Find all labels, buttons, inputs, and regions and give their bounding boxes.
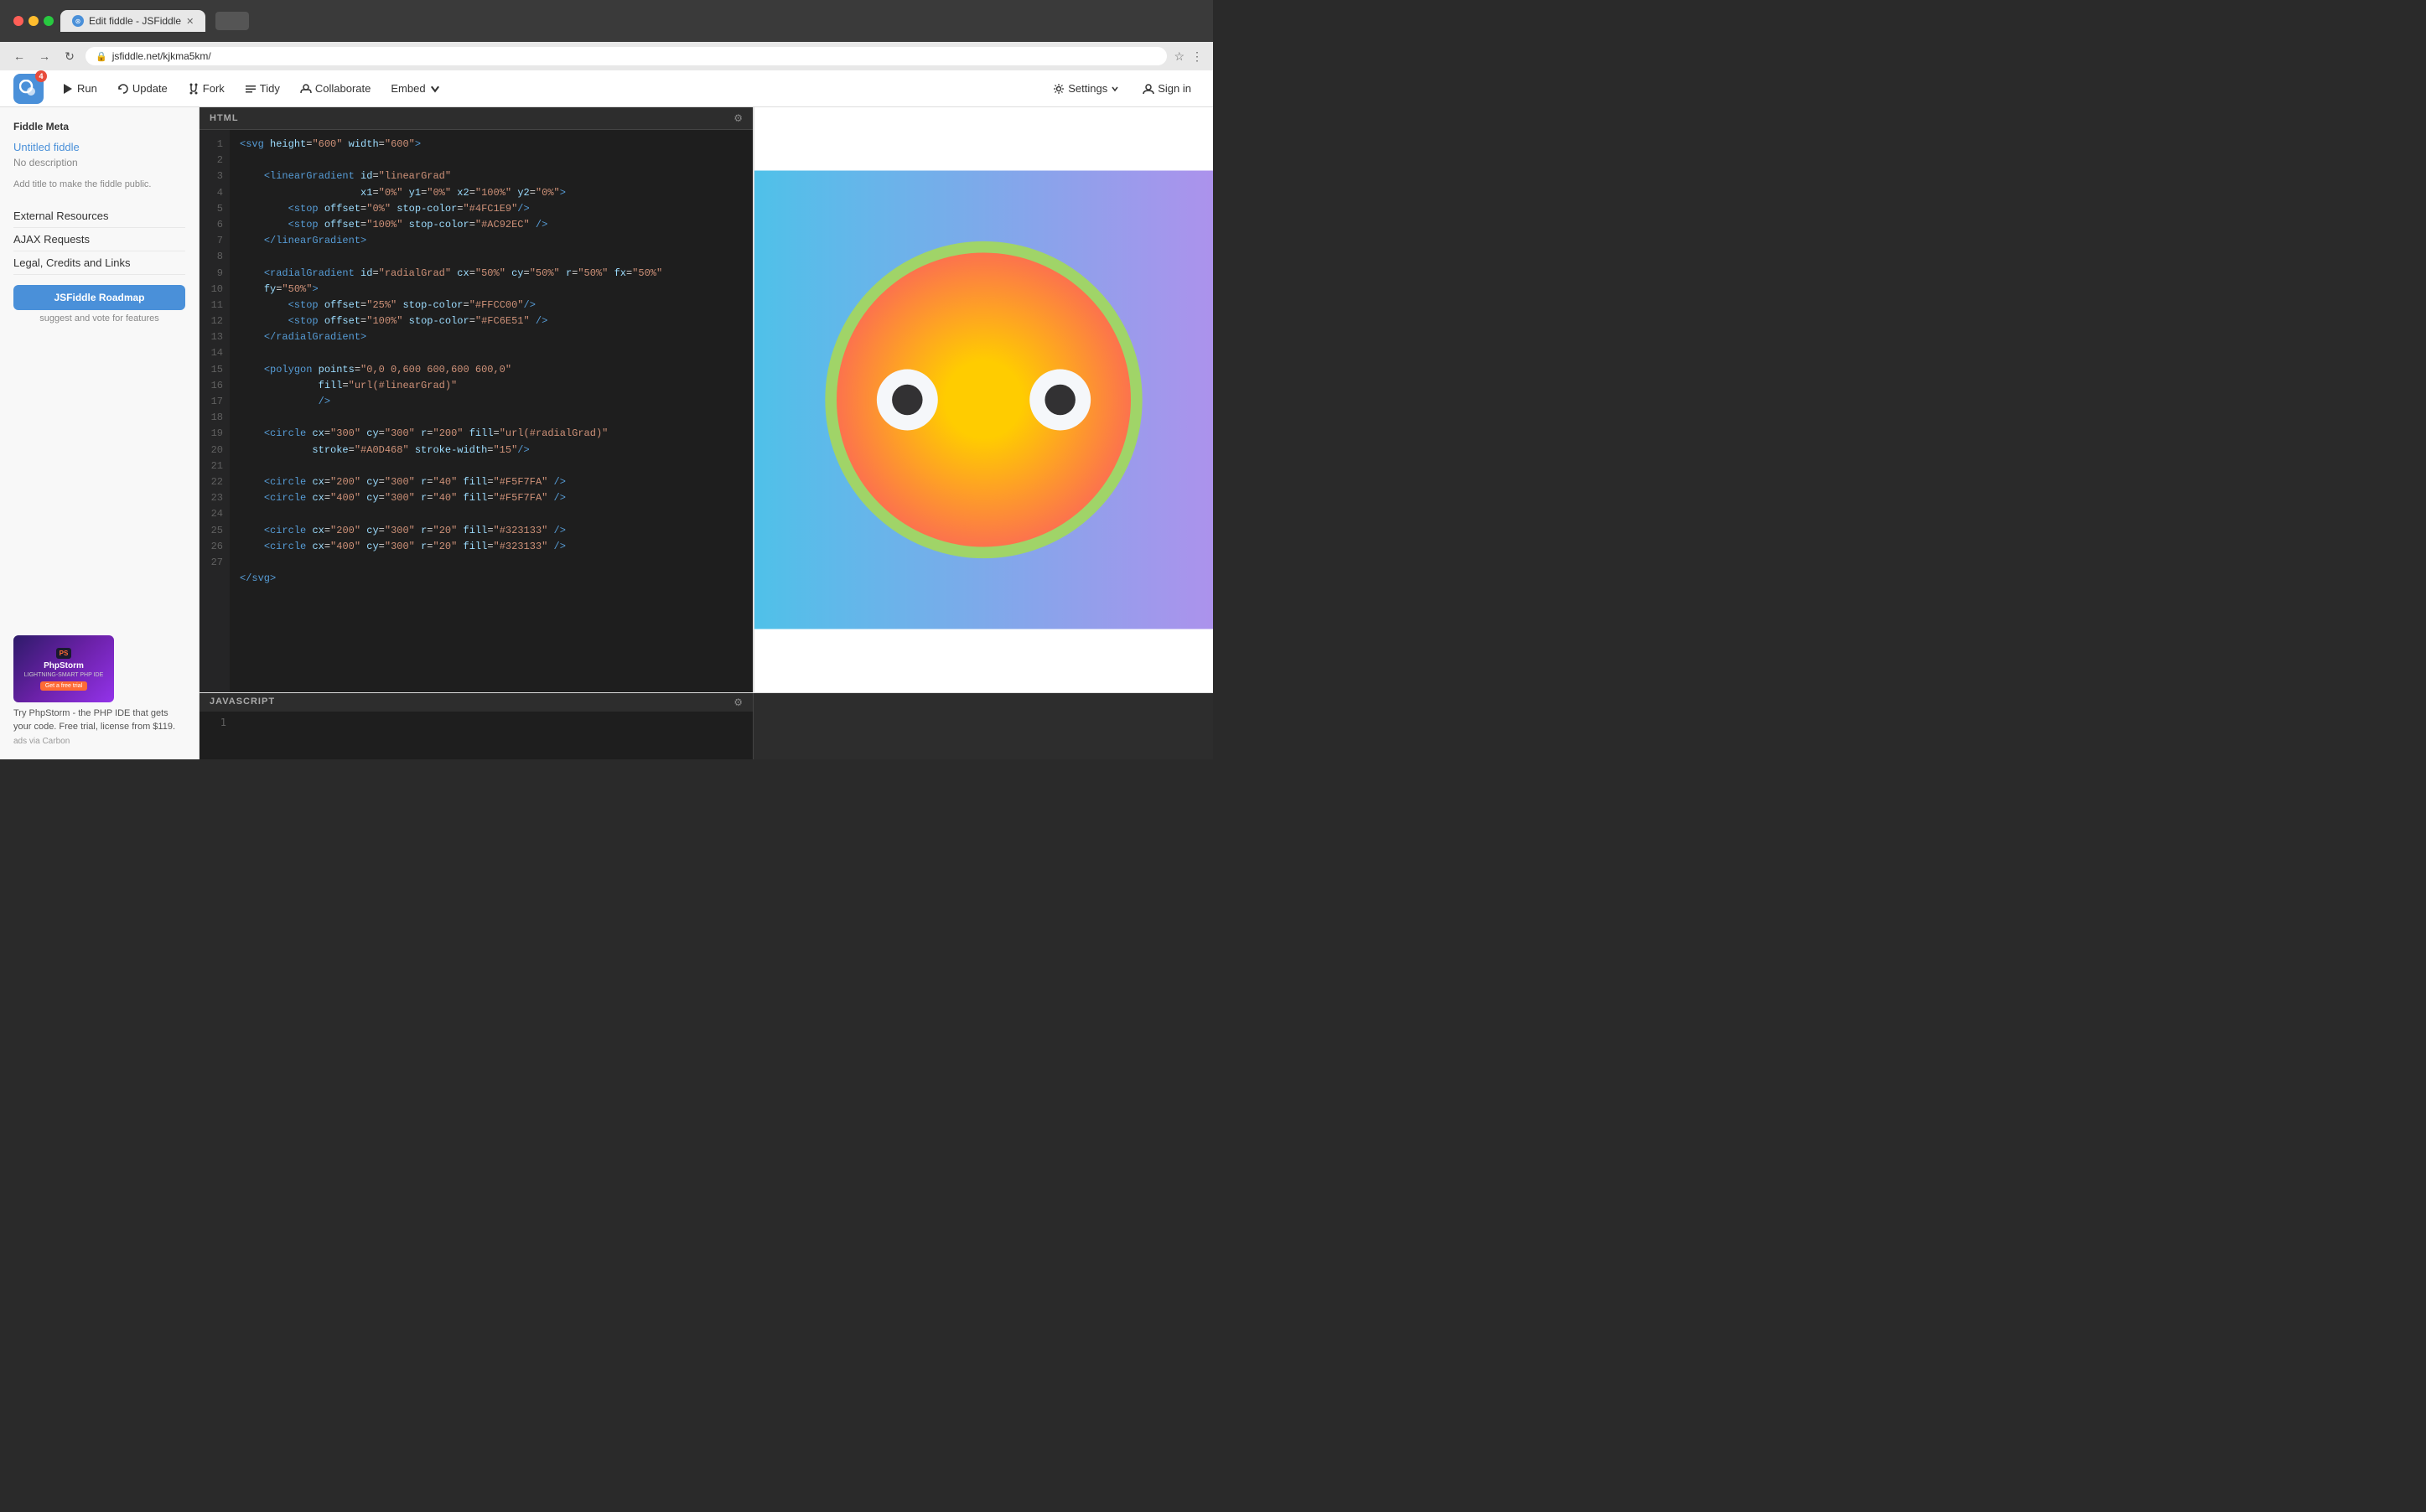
refresh-button[interactable]: ↻ [60,47,79,65]
browser-tab[interactable]: ⊛ Edit fiddle - JSFiddle ✕ [60,10,205,32]
fiddle-desc: No description [13,157,185,168]
run-button[interactable]: Run [54,77,106,100]
menu-icon[interactable]: ⋮ [1191,49,1203,64]
back-button[interactable]: ← [10,47,29,65]
js-editor-pane: JAVASCRIPT ⚙ 1 [200,693,754,759]
settings-icon [1053,83,1065,95]
settings-chevron-icon [1111,85,1119,93]
fiddle-meta-title: Fiddle Meta [13,121,185,132]
phpstorm-name: PhpStorm [44,661,84,671]
tab-favicon: ⊛ [72,15,84,27]
settings-button[interactable]: Settings [1045,77,1127,100]
close-button[interactable] [13,16,23,26]
extra-tab [215,12,249,30]
user-icon [1143,83,1154,95]
run-icon [62,83,74,95]
editor-area: HTML ⚙ 12345 678910 1112131415 161718192… [200,107,1213,759]
preview-svg [754,107,1213,692]
fork-label: Fork [203,82,225,95]
js-line-number-area: 1 [200,712,753,733]
html-code-area[interactable]: 12345 678910 1112131415 1617181920 21222… [200,130,753,692]
signin-label: Sign in [1158,82,1191,95]
bookmark-icon[interactable]: ☆ [1174,49,1184,64]
collaborate-label: Collaborate [315,82,371,95]
collaborate-icon [300,83,312,95]
maximize-button[interactable] [44,16,54,26]
tidy-button[interactable]: Tidy [236,77,288,100]
address-bar: ← → ↻ 🔒 jsfiddle.net/kjkma5km/ ☆ ⋮ [0,42,1213,70]
update-label: Update [132,82,168,95]
sidebar-item-legal[interactable]: Legal, Credits and Links [13,251,185,275]
url-bar[interactable]: 🔒 jsfiddle.net/kjkma5km/ [86,47,1167,65]
app-toolbar: 4 Run Update Fork Tidy Collaborate Embed [0,70,1213,107]
fork-icon [188,83,200,95]
forward-button[interactable]: → [35,47,54,65]
phpstorm-cta[interactable]: Get a free trial [40,681,87,691]
fork-button[interactable]: Fork [179,77,233,100]
logo-badge: 4 [35,70,47,82]
phpstorm-tagline: LIGHTNING-SMART PHP IDE [24,672,104,678]
tidy-label: Tidy [260,82,280,95]
toolbar-right: Settings Sign in [1045,77,1200,100]
fiddle-hint: Add title to make the fiddle public. [13,179,185,191]
preview-content [754,107,1213,692]
main-area: Fiddle Meta Untitled fiddle No descripti… [0,107,1213,759]
run-label: Run [77,82,97,95]
traffic-lights [13,16,54,26]
preview-pane [754,107,1213,692]
js-settings-icon[interactable]: ⚙ [734,696,743,708]
url-text: jsfiddle.net/kjkma5km/ [112,50,211,62]
sidebar-roadmap-section: JSFiddle Roadmap suggest and vote for fe… [13,285,185,324]
html-editor-header: HTML ⚙ [200,107,753,130]
editors-row: HTML ⚙ 12345 678910 1112131415 161718192… [200,107,1213,692]
signin-button[interactable]: Sign in [1134,77,1200,100]
js-lang-label: JAVASCRIPT [210,696,275,708]
preview-bottom [754,693,1213,759]
html-editor-pane: HTML ⚙ 12345 678910 1112131415 161718192… [200,107,754,692]
embed-button[interactable]: Embed [382,77,448,100]
js-line-1: 1 [206,717,226,728]
line-numbers: 12345 678910 1112131415 1617181920 21222… [200,130,230,692]
html-settings-icon[interactable]: ⚙ [734,112,743,124]
js-editor-header: JAVASCRIPT ⚙ [200,693,753,712]
settings-label: Settings [1068,82,1107,95]
embed-label: Embed [391,82,425,95]
ad-image[interactable]: PS PhpStorm LIGHTNING-SMART PHP IDE Get … [13,635,114,702]
app-logo: 4 [13,74,44,104]
fiddle-name[interactable]: Untitled fiddle [13,141,185,153]
html-code-content[interactable]: <svg height="600" width="600"> <linearGr… [230,130,753,692]
bottom-editors: JAVASCRIPT ⚙ 1 [200,692,1213,759]
sidebar-item-ajax-requests[interactable]: AJAX Requests [13,228,185,251]
lock-icon: 🔒 [96,51,107,62]
tidy-icon [245,83,257,95]
ad-area: PS PhpStorm LIGHTNING-SMART PHP IDE Get … [13,622,185,746]
ad-text: Try PhpStorm - the PHP IDE that gets you… [13,707,185,733]
collaborate-button[interactable]: Collaborate [292,77,380,100]
sidebar-item-external-resources[interactable]: External Resources [13,205,185,228]
address-actions: ☆ ⋮ [1174,49,1203,64]
minimize-button[interactable] [29,16,39,26]
tab-close-button[interactable]: ✕ [186,16,194,27]
chevron-down-icon [429,83,441,95]
roadmap-button[interactable]: JSFiddle Roadmap [13,285,185,310]
update-icon [117,83,129,95]
tab-title: Edit fiddle - JSFiddle [89,15,181,27]
html-lang-label: HTML [210,113,239,123]
phpstorm-ps-icon: PS [56,648,72,659]
sidebar: Fiddle Meta Untitled fiddle No descripti… [0,107,200,759]
roadmap-subtitle: suggest and vote for features [13,313,185,324]
ad-source: ads via Carbon [13,737,185,746]
update-button[interactable]: Update [109,77,176,100]
